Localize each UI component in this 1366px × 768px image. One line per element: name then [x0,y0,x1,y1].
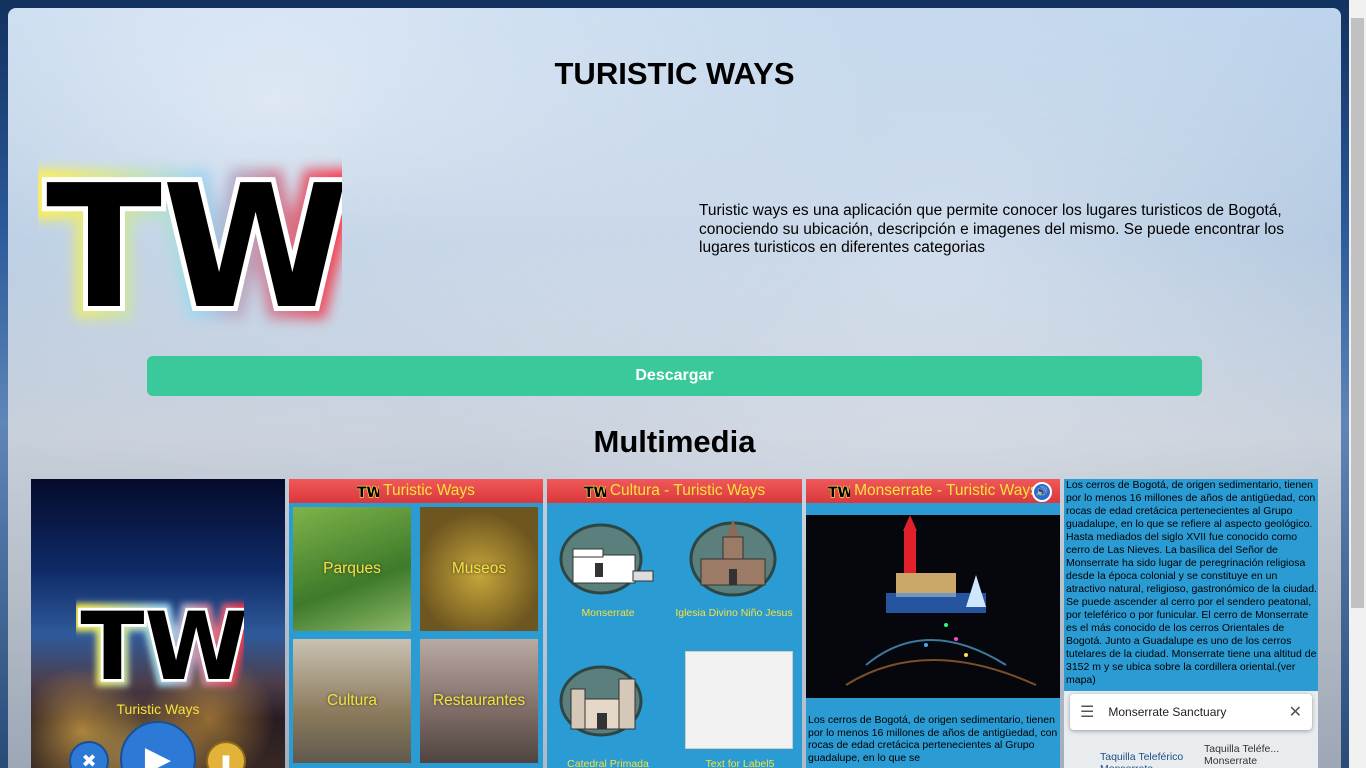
place-label: Text for Label5 [705,758,775,768]
place-label: Catedral Primada [567,758,649,768]
tile-label: Museos [451,560,507,577]
tile-label: Parques [323,560,381,577]
tile-label: Cultura [327,692,377,709]
screenshot-categories[interactable]: TW Turistic Ways Parques Museos Cultura … [289,479,543,768]
tile-label: Restaurantes [432,692,526,709]
app-description: Turistic ways es una aplicación que perm… [699,202,1285,256]
app-bar-title: Monserrate - Turistic Ways [854,482,1038,499]
tile-restaurantes: Restaurantes [420,639,538,763]
screenshot-cultura[interactable]: TW Cultura - Turistic Ways Monserrate Ig… [547,479,802,768]
placeholder-image [685,651,793,749]
tile-cultura: Cultura [293,639,411,763]
monserrate-description: Los cerros de Bogotá, de origen sediment… [808,714,1058,764]
app-bar: TW Monserrate - Turistic Ways 🔊 [806,479,1060,503]
tile-parques: Parques [293,507,411,631]
place-label: Iglesia Divino Niño Jesus [675,607,793,619]
scrollbar[interactable] [1349,0,1366,768]
screenshot-monserrate[interactable]: TW Monserrate - Turistic Ways 🔊 Los cerr… [806,479,1060,768]
place-label: Monserrate [581,607,635,619]
tw-mini-icon: TW [584,484,606,499]
cathedral-icon [559,665,643,737]
close-icon[interactable]: ✕ [1289,702,1302,722]
app-bar: TW Cultura - Turistic Ways [547,479,802,503]
monserrate-photo [806,515,1060,698]
church-icon [689,519,777,597]
multimedia-title: Multimedia [593,424,756,459]
night-scene [845,515,1037,686]
page-title: TURISTIC WAYS [554,56,795,91]
svg-text:TW: TW [828,485,850,499]
monserrate-long-text: Los cerros de Bogotá, de origen sediment… [1066,479,1317,686]
map-label: Taquilla Teléfe... Monserrate [1204,743,1280,767]
map-label: Taquilla Teleférico Monserrate [1100,751,1184,768]
download-button[interactable]: Descargar [147,356,1202,396]
page-card: TURISTIC WAYS TW TW Turistic ways es una… [8,8,1341,768]
tw-mini-icon: TW [357,484,379,499]
map-search-text: Monserrate Sanctuary [1108,705,1227,719]
app-bar-title: Turistic Ways [383,482,475,499]
svg-text:TW: TW [584,485,606,499]
scrollbar-thumb[interactable] [1351,18,1364,608]
app-bar: TW Turistic Ways [289,479,543,503]
screenshot-map[interactable]: Los cerros de Bogotá, de origen sediment… [1064,479,1318,768]
app-bar-title: Cultura - Turistic Ways [609,482,766,499]
svg-text:TW: TW [357,485,379,499]
tw-logo: TW TW [38,136,342,340]
tile-museos: Museos [420,507,538,631]
svg-text:TW: TW [46,149,342,340]
tw-logo-small: TW TW [76,586,244,698]
splash-label: Turistic Ways [116,701,200,717]
menu-icon[interactable]: ☰ [1080,702,1094,722]
monserrate-icon [559,523,654,595]
map-view[interactable]: ☰ Monserrate Sanctuary ✕ Taquilla Telefé… [1064,691,1318,768]
map-search-bar[interactable]: ☰ Monserrate Sanctuary ✕ [1070,694,1312,730]
speaker-icon: 🔊 [1032,482,1052,502]
svg-text:TW: TW [80,593,244,698]
tw-mini-icon: TW [828,484,850,499]
screenshot-splash[interactable]: TW TW Turistic Ways ✖ ▶ ▮ [31,479,285,768]
